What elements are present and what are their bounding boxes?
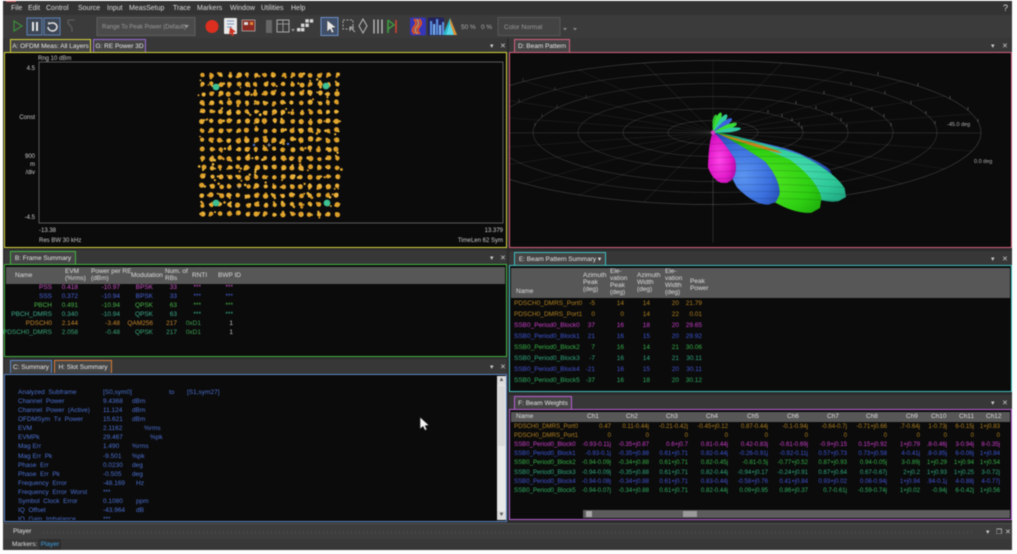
svg-text:900: 900 (25, 154, 36, 160)
svg-text:/div: /div (26, 170, 35, 176)
svg-text:Range To Peak Power (Default): Range To Peak Power (Default) (102, 25, 186, 31)
svg-text:0.0 deg: 0.0 deg (974, 159, 992, 165)
svg-text:0 %: 0 % (481, 24, 492, 31)
svg-text:m: m (30, 162, 35, 168)
svg-text:50 %: 50 % (461, 24, 476, 31)
svg-text:4.5: 4.5 (27, 66, 36, 72)
svg-text:Rng 10 dBm: Rng 10 dBm (38, 56, 71, 62)
svg-text:TimeLen 62 Sym: TimeLen 62 Sym (458, 238, 503, 244)
svg-text:-13.38: -13.38 (39, 228, 57, 234)
svg-text:13.379: 13.379 (485, 228, 504, 234)
svg-text:Color Normal: Color Normal (504, 24, 543, 31)
svg-text:-4.5: -4.5 (25, 215, 36, 221)
svg-text:-45.0 deg: -45.0 deg (947, 122, 970, 128)
svg-text:Const: Const (19, 115, 35, 121)
svg-text:Res BW 30 kHz: Res BW 30 kHz (39, 238, 81, 244)
